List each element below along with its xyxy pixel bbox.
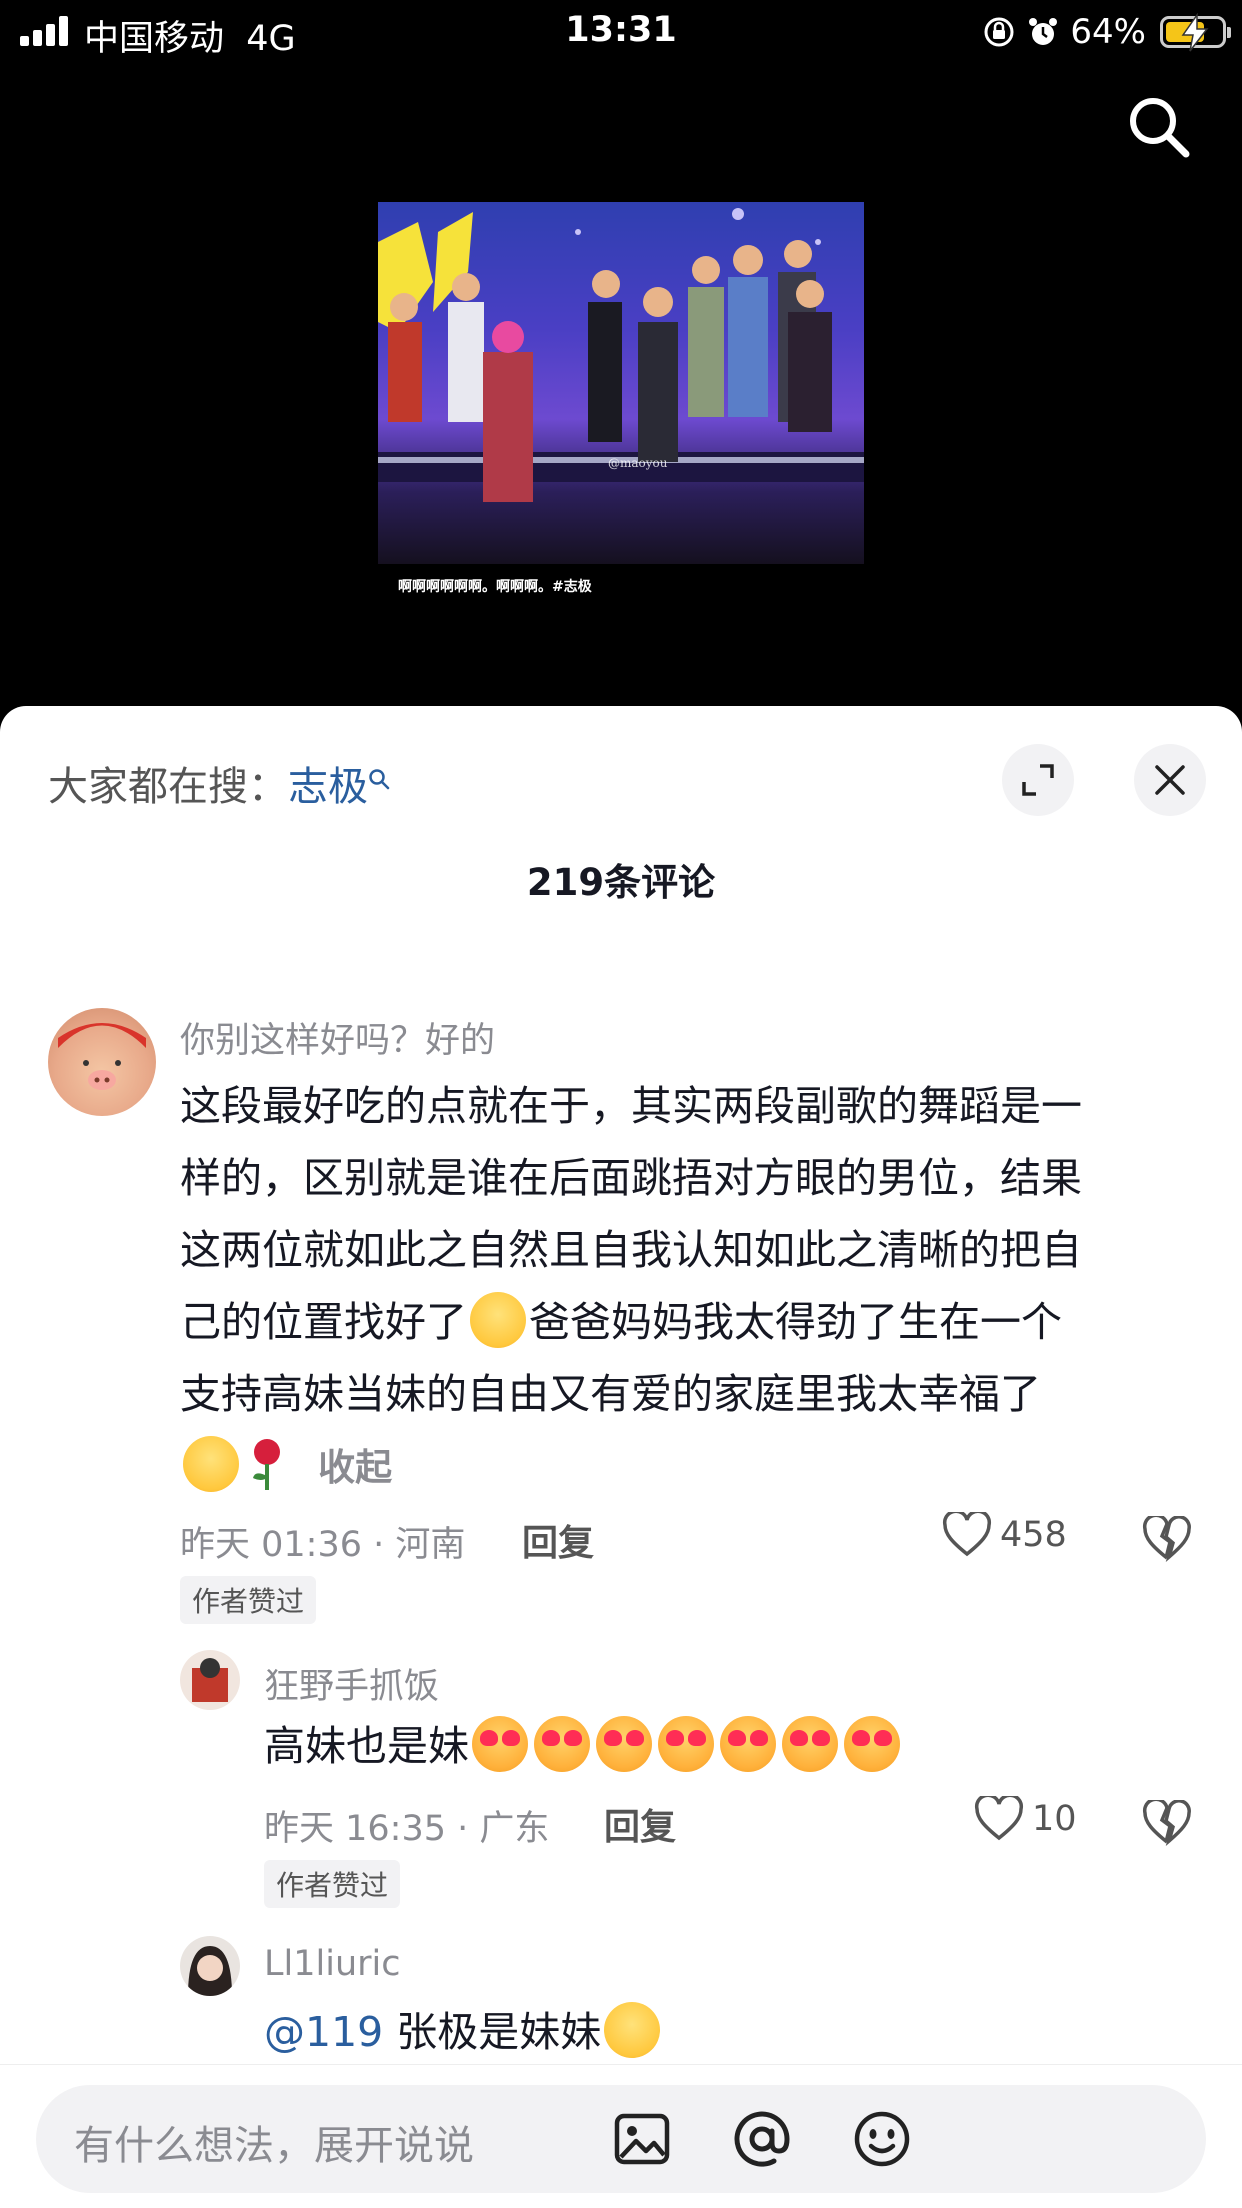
battery-icon <box>1160 13 1231 52</box>
video-thumbnail[interactable]: @maoyou <box>378 202 864 564</box>
video-caption: 啊啊啊啊啊啊。啊啊啊。#志极 <box>398 579 592 595</box>
reply-button[interactable]: 回复 <box>604 1798 676 1850</box>
avatar[interactable] <box>180 1650 240 1710</box>
comment-line: 样的，区别就是谁在后面跳捂对方眼的男位，结果 <box>180 1154 1082 1202</box>
alarm-icon <box>1029 18 1058 45</box>
thinking-face-emoji-icon <box>604 2002 661 2058</box>
close-button[interactable] <box>1134 744 1206 816</box>
heart-eyes-emoji-icon <box>844 1716 900 1772</box>
mention-link[interactable]: @119 <box>264 2008 383 2056</box>
expand-button[interactable] <box>1002 744 1074 816</box>
close-icon <box>1155 765 1185 795</box>
trending-search[interactable]: 大家都在搜：志极 <box>48 754 390 812</box>
stage-performance-image: @maoyou <box>378 208 864 502</box>
author-liked-tag: 作者赞过 <box>264 1860 401 1908</box>
heart-icon <box>942 1512 992 1557</box>
comment-count-title: 219条评论 <box>526 861 716 904</box>
hugging-face-emoji-icon <box>183 1436 239 1492</box>
comment-line: 这段最好吃的点就在于，其实两段副歌的舞蹈是一 <box>180 1082 1082 1130</box>
comment-input-placeholder: 有什么想法，展开说说 <box>74 2123 474 2169</box>
pleading-face-emoji-icon <box>470 1292 526 1348</box>
like-button[interactable]: 10 <box>974 1796 1077 1842</box>
rose-emoji-icon <box>245 1436 289 1492</box>
reply-meta: 昨天 16:35 · 广东 <box>264 1809 550 1849</box>
reply-username[interactable]: Ll1liuric <box>264 1944 400 1984</box>
avatar[interactable] <box>48 1008 156 1116</box>
comment-line: 爸爸妈妈我太得劲了生在一个 <box>529 1298 1062 1346</box>
heart-eyes-emoji-icon <box>658 1716 714 1772</box>
reply-text-content: 高妹也是妹 <box>264 1722 469 1770</box>
comment-sheet: 大家都在搜：志极 219条评论 你别这样好吗？好的 这段最好吃的点就在于，其实两… <box>0 706 1242 2208</box>
reply-text: 高妹也是妹 <box>264 1710 1184 1782</box>
status-bar: 中国移动 4G 13:31 64% <box>0 0 1242 62</box>
heart-eyes-emoji-icon <box>720 1716 776 1772</box>
video-player[interactable]: @maoyou 啊啊啊啊啊啊。啊啊啊。#志极 <box>0 62 1242 712</box>
author-liked-tag: 作者赞过 <box>180 1576 317 1624</box>
trending-search-label: 大家都在搜： <box>48 764 288 810</box>
like-button[interactable]: 458 <box>942 1512 1067 1558</box>
image-icon[interactable] <box>612 2109 672 2169</box>
video-watermark: @maoyou <box>608 456 668 470</box>
reply-button[interactable]: 回复 <box>522 1514 594 1566</box>
expand-icon <box>1022 764 1054 796</box>
broken-heart-icon[interactable] <box>1142 1800 1192 1846</box>
comment-username[interactable]: 你别这样好吗？好的 <box>180 1012 495 1063</box>
heart-icon <box>974 1796 1024 1841</box>
heart-eyes-emoji-icon <box>534 1716 590 1772</box>
small-search-icon <box>369 769 390 790</box>
battery-percent: 64% <box>1070 12 1146 52</box>
trending-search-keyword[interactable]: 志极 <box>288 764 368 810</box>
rotation-lock-icon <box>984 17 1014 47</box>
mention-icon[interactable] <box>732 2109 792 2169</box>
collapse-link[interactable]: 收起 <box>318 1446 392 1489</box>
heart-eyes-emoji-icon <box>782 1716 838 1772</box>
heart-eyes-emoji-icon <box>596 1716 652 1772</box>
comment-line: 这两位就如此之自然且自我认知如此之清晰的把自 <box>180 1226 1082 1274</box>
comment-input-bar: 有什么想法，展开说说 <box>0 2064 1242 2208</box>
like-count: 10 <box>1032 1799 1077 1839</box>
heart-eyes-emoji-icon <box>472 1716 528 1772</box>
reply-text: @119 张极是妹妹 <box>264 1996 1184 2068</box>
like-count: 458 <box>1000 1515 1067 1555</box>
reply-username[interactable]: 狂野手抓饭 <box>264 1658 439 1709</box>
comment-line: 己的位置找好了 <box>180 1298 467 1346</box>
broken-heart-icon[interactable] <box>1142 1516 1192 1562</box>
search-icon[interactable] <box>1124 92 1192 160</box>
comment-input[interactable]: 有什么想法，展开说说 <box>36 2085 1206 2193</box>
reply-text-content: 张极是妹妹 <box>383 2008 602 2056</box>
comment-meta: 昨天 01:36 · 河南 <box>180 1525 466 1565</box>
comment-text: 这段最好吃的点就在于，其实两段副歌的舞蹈是一 样的，区别就是谁在后面跳捂对方眼的… <box>180 1070 1240 1504</box>
avatar[interactable] <box>180 1936 240 1996</box>
comment-line: 支持高妹当妹的自由又有爱的家庭里我太幸福了 <box>180 1370 1041 1418</box>
emoji-icon[interactable] <box>852 2109 912 2169</box>
